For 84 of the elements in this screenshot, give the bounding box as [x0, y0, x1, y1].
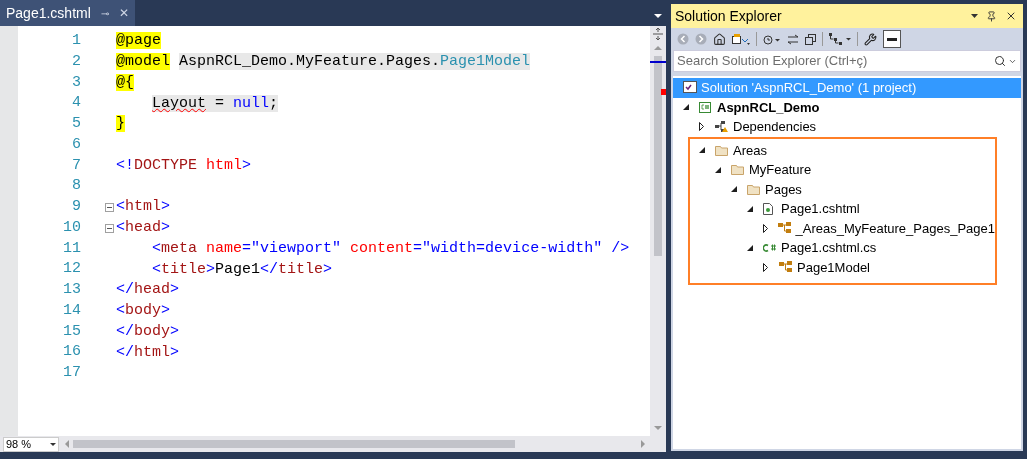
line-number: 2	[71, 51, 82, 72]
tree-item[interactable]: Pages	[673, 179, 995, 199]
collapsed-icon[interactable]	[699, 122, 704, 132]
collapsed-icon[interactable]	[763, 223, 768, 233]
close-button[interactable]: ✕	[118, 4, 129, 22]
line-number: 15	[62, 321, 82, 342]
code-line: <title>Page1</title>	[151, 259, 333, 280]
expanded-icon[interactable]	[731, 186, 737, 193]
tree-item[interactable]: AspnRCL_Demo	[673, 97, 1021, 117]
collapsed-icon[interactable]	[763, 262, 768, 272]
line-number: 14	[62, 300, 82, 321]
home-icon[interactable]	[713, 32, 726, 46]
search-icon[interactable]	[994, 55, 1006, 67]
collapse-icon[interactable]	[105, 223, 114, 233]
line-number: 17	[62, 363, 82, 384]
code-line: </head>	[116, 280, 180, 301]
line-number: 6	[71, 134, 82, 155]
class-icon	[779, 261, 793, 274]
class-icon	[778, 222, 793, 235]
panel-title: Solution Explorer	[675, 6, 782, 26]
line-number: 1	[71, 31, 82, 52]
line-number: 12	[62, 259, 82, 280]
close-icon[interactable]	[1005, 10, 1017, 22]
error-marker	[661, 89, 666, 95]
folder-icon	[715, 144, 729, 156]
line-number: 10	[62, 217, 82, 238]
pin-icon[interactable]	[986, 10, 997, 22]
line-number: 8	[71, 176, 82, 197]
document-tab[interactable]: Page1.cshtml ⊸ ✕	[0, 0, 135, 26]
folder-icon	[731, 164, 745, 176]
switch-views-icon[interactable]	[732, 33, 750, 45]
properties-icon[interactable]	[864, 32, 877, 46]
line-number: 11	[62, 238, 82, 259]
tree-item[interactable]: Page1.cshtml.cs	[673, 238, 995, 258]
code-line: <meta name="viewport" content="width=device-width" />	[151, 238, 630, 259]
line-number: 16	[62, 342, 82, 363]
line-number: 9	[71, 197, 82, 218]
expanded-icon[interactable]	[715, 166, 721, 173]
tree-item[interactable]: Dependencies	[673, 117, 1021, 137]
csharp-project-icon	[699, 101, 711, 113]
dropdown-icon[interactable]	[971, 14, 978, 18]
code-line: <body>	[116, 301, 171, 322]
tree-item[interactable]: _Areas_MyFeature_Pages_Page1	[673, 218, 995, 238]
tree-item[interactable]: MyFeature	[673, 160, 995, 180]
caret-icon	[50, 442, 56, 446]
dropdown-icon[interactable]	[654, 14, 662, 18]
preview-toggle[interactable]	[883, 30, 901, 48]
code-line: <head>	[116, 218, 171, 239]
dependencies-icon	[715, 121, 728, 133]
code-line: Layout = null;	[151, 93, 279, 114]
pending-changes-icon[interactable]	[763, 33, 781, 45]
solution-icon	[683, 81, 697, 95]
collapse-icon[interactable]	[105, 202, 114, 212]
folder-icon	[747, 183, 761, 195]
code-line: <!DOCTYPE html>	[116, 155, 252, 176]
pin-button[interactable]: ⊸	[100, 5, 109, 21]
code-line: </html>	[116, 342, 180, 363]
scrollbar-thumb[interactable]	[654, 56, 662, 256]
line-number: 3	[71, 72, 82, 93]
tree-item[interactable]: Page1.cshtml	[673, 199, 995, 219]
vertical-scrollbar[interactable]	[650, 26, 666, 436]
search-field[interactable]: Search Solution Explorer (Ctrl+ç)	[673, 50, 1021, 72]
sync-icon[interactable]	[787, 33, 799, 45]
hierarchy-icon[interactable]	[829, 33, 851, 45]
caret-marker	[650, 61, 666, 63]
code-line: </body>	[116, 321, 180, 342]
code-line: @model AspnRCL_Demo.MyFeature.Pages.Page1Model	[116, 52, 531, 73]
expanded-icon[interactable]	[747, 205, 753, 212]
collapse-all-icon[interactable]	[805, 33, 816, 45]
line-number: 4	[71, 93, 82, 114]
csharp-file-icon	[763, 242, 777, 253]
line-number: 13	[62, 280, 82, 301]
expanded-icon[interactable]	[683, 104, 689, 111]
tree-item[interactable]: Areas	[673, 140, 995, 160]
expanded-icon[interactable]	[699, 147, 705, 154]
split-icon[interactable]	[652, 28, 664, 40]
tree-item[interactable]: Page1Model	[673, 257, 995, 277]
line-number: 5	[71, 114, 82, 135]
zoom-dropdown[interactable]: 98 %	[3, 436, 59, 452]
file-icon	[763, 202, 773, 215]
horizontal-scrollbar-thumb[interactable]	[73, 440, 515, 448]
code-line: <html>	[116, 197, 171, 218]
expanded-icon[interactable]	[747, 244, 753, 251]
line-number: 7	[71, 155, 82, 176]
